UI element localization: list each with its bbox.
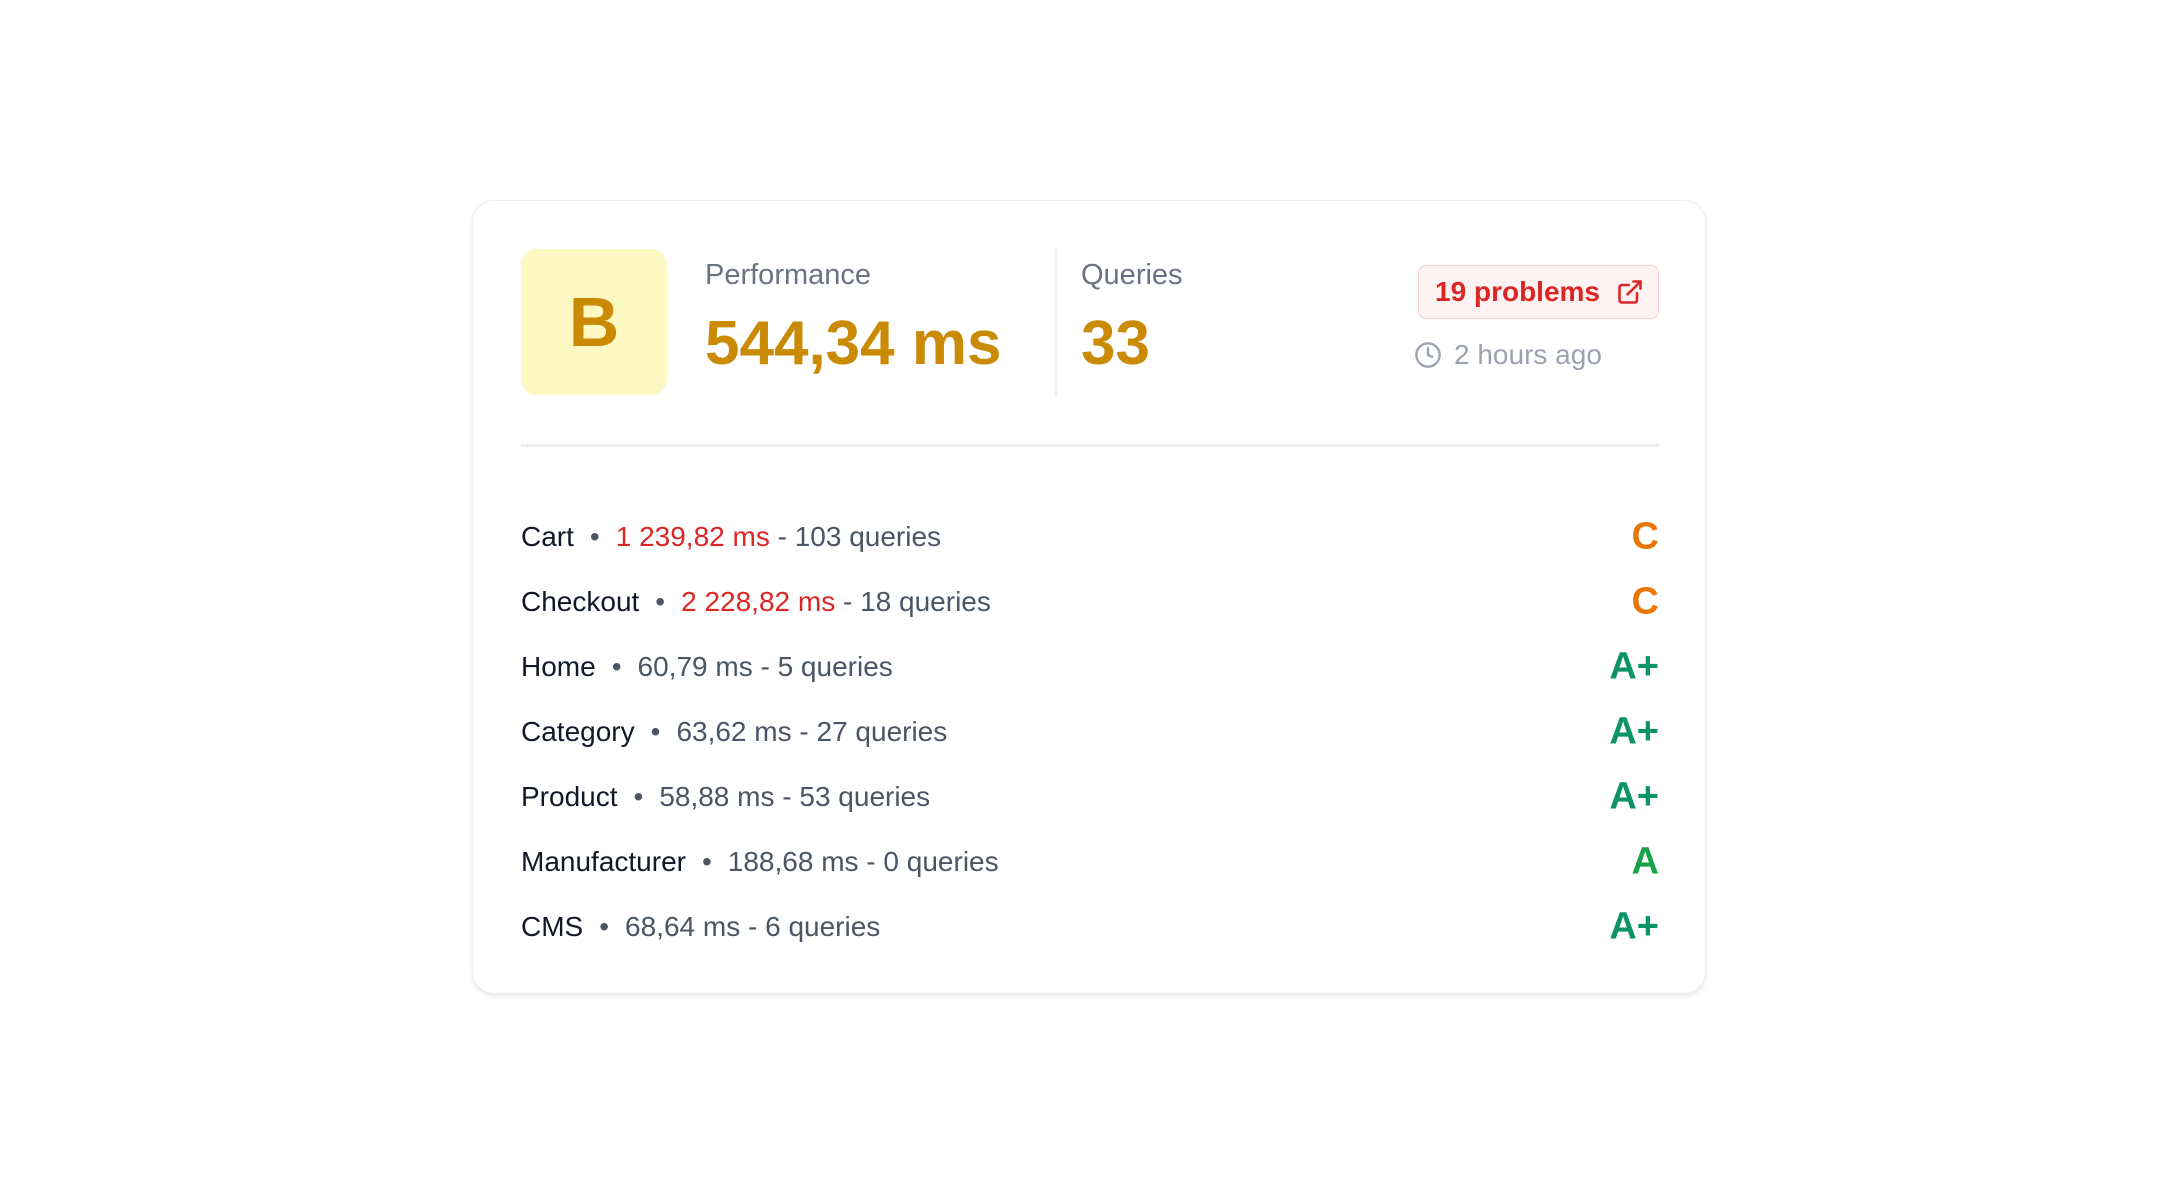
route-row: Cart • 1 239,82 ms - 103 queries C: [521, 504, 1659, 569]
summary-header: B Performance 544,34 ms Queries 33 19 pr…: [521, 249, 1659, 395]
bullet-separator: •: [701, 845, 712, 877]
bullet-separator: •: [633, 780, 644, 812]
external-link-icon: [1616, 278, 1644, 306]
queries-stat: Queries 33: [1081, 249, 1183, 379]
route-grade: A+: [1609, 775, 1659, 817]
bullet-separator: •: [650, 715, 661, 747]
bullet-separator: •: [655, 585, 666, 617]
route-time: 60,79 ms: [637, 650, 753, 682]
dash-separator: -: [769, 520, 795, 552]
section-divider: [521, 444, 1659, 447]
overall-grade-badge: B: [521, 249, 667, 395]
bullet-separator: •: [589, 520, 600, 552]
last-updated-text: 2 hours ago: [1454, 339, 1602, 370]
route-time: 188,68 ms: [727, 845, 859, 877]
performance-label: Performance: [705, 259, 872, 291]
bullet-separator: •: [611, 650, 622, 682]
route-queries: 53 queries: [799, 780, 931, 812]
bullet-separator: •: [599, 910, 610, 942]
route-row: Manufacturer • 188,68 ms - 0 queries A: [521, 829, 1659, 894]
route-row: CMS • 68,64 ms - 6 queries A+: [521, 894, 1659, 959]
route-grade: A: [1631, 840, 1659, 882]
dash-separator: -: [858, 845, 884, 877]
route-name: Home: [521, 650, 596, 682]
dash-separator: -: [774, 780, 800, 812]
route-row: Home • 60,79 ms - 5 queries A+: [521, 634, 1659, 699]
route-row: Checkout • 2 228,82 ms - 18 queries C: [521, 569, 1659, 634]
route-queries: 103 queries: [794, 520, 942, 552]
route-time: 68,64 ms: [625, 910, 741, 942]
clock-icon: [1414, 341, 1442, 369]
dash-separator: -: [835, 585, 861, 617]
route-name: Product: [521, 780, 618, 812]
route-time: 1 239,82 ms: [615, 520, 770, 552]
performance-value: 544,34 ms: [705, 309, 1002, 378]
route-row: Product • 58,88 ms - 53 queries A+: [521, 764, 1659, 829]
route-name: Category: [521, 715, 635, 747]
route-list: Cart • 1 239,82 ms - 103 queries C Checkout •…: [521, 504, 1659, 959]
route-queries: 18 queries: [860, 585, 991, 617]
route-queries: 6 queries: [765, 910, 881, 942]
dash-separator: -: [791, 715, 817, 747]
dash-separator: -: [740, 910, 766, 942]
route-time: 58,88 ms: [659, 780, 775, 812]
route-name: CMS: [521, 910, 584, 942]
route-queries: 27 queries: [816, 715, 948, 747]
problems-label: 19 problems: [1435, 276, 1600, 307]
route-time: 2 228,82 ms: [681, 585, 836, 617]
route-grade: C: [1631, 580, 1659, 622]
queries-value: 33: [1081, 309, 1150, 378]
route-grade: A+: [1609, 710, 1659, 752]
route-time: 63,62 ms: [676, 715, 792, 747]
performance-card: B Performance 544,34 ms Queries 33 19 pr…: [472, 200, 1706, 994]
route-queries: 5 queries: [777, 650, 893, 682]
route-name: Manufacturer: [521, 845, 686, 877]
performance-stat: Performance 544,34 ms: [705, 249, 1001, 379]
route-name: Cart: [521, 520, 574, 552]
route-row: Category • 63,62 ms - 27 queries A+: [521, 699, 1659, 764]
route-grade: A+: [1609, 645, 1659, 687]
queries-label: Queries: [1081, 259, 1183, 291]
route-grade: C: [1631, 515, 1659, 557]
route-grade: A+: [1609, 905, 1659, 947]
route-queries: 0 queries: [883, 845, 999, 877]
stats-divider: [1055, 249, 1057, 395]
dash-separator: -: [752, 650, 778, 682]
problems-link[interactable]: 19 problems: [1418, 265, 1659, 319]
route-name: Checkout: [521, 585, 640, 617]
last-updated: 2 hours ago: [1414, 337, 1602, 373]
